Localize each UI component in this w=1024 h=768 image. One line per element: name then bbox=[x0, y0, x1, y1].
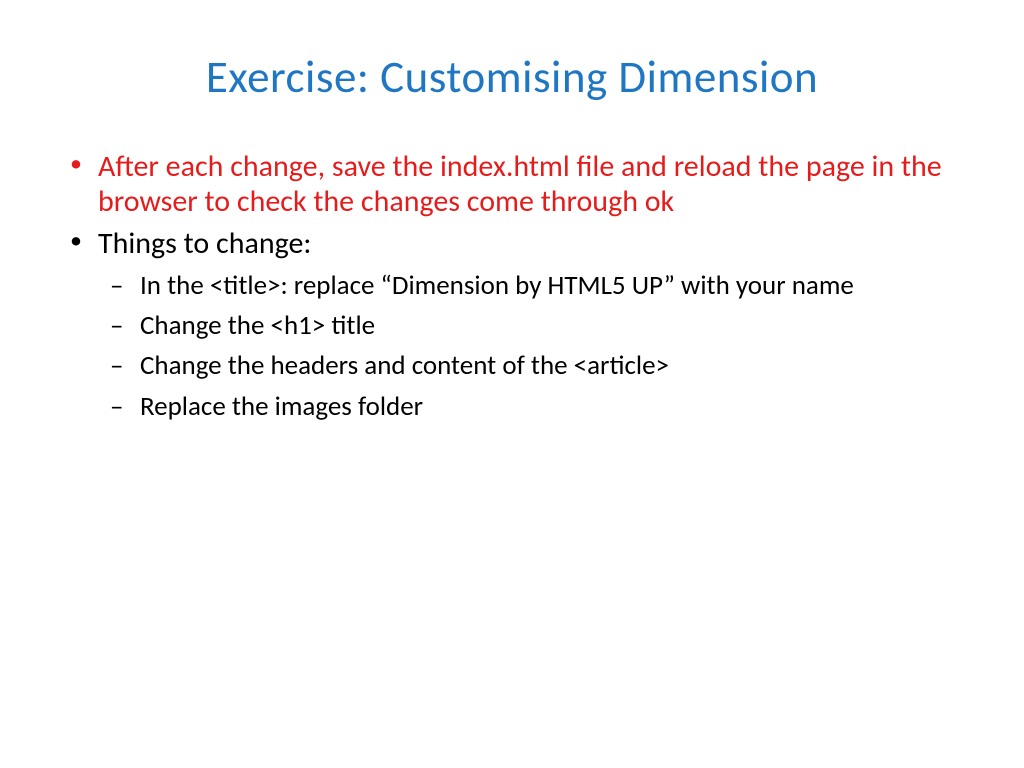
slide-title: Exercise: Customising Dimension bbox=[70, 50, 954, 105]
bullet-item-2: Things to change: In the <title>: replac… bbox=[98, 227, 954, 423]
sub-bullet-2: Change the <h1> title bbox=[140, 310, 954, 342]
sub-bullet-1: In the <title>: replace “Dimension by HT… bbox=[140, 270, 954, 302]
sub-bullet-3: Change the headers and content of the <a… bbox=[140, 350, 954, 382]
bullet-item-1: After each change, save the index.html f… bbox=[98, 150, 954, 219]
bullet-item-2-text: Things to change: bbox=[98, 225, 311, 262]
sub-bullet-list: In the <title>: replace “Dimension by HT… bbox=[98, 270, 954, 424]
main-bullet-list: After each change, save the index.html f… bbox=[70, 150, 954, 423]
sub-bullet-4: Replace the images folder bbox=[140, 391, 954, 423]
